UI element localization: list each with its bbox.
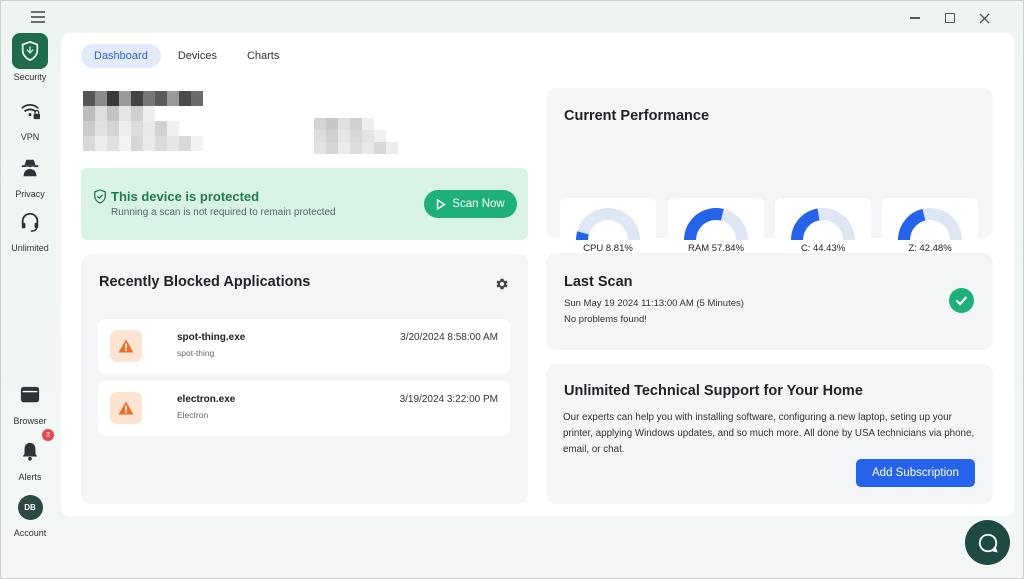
app-blocked-date: 3/20/2024 8:58:00 AM (400, 332, 498, 343)
list-item[interactable]: spot-thing.exe spot-thing 3/20/2024 8:58… (98, 319, 510, 374)
protection-subtitle: Running a scan is not required to remain… (111, 207, 336, 218)
spy-icon (12, 150, 48, 186)
sidebar-item-label: Security (13, 72, 47, 82)
sidebar-item-label: Account (13, 528, 47, 538)
wifi-lock-icon (12, 93, 48, 129)
sidebar-item-unlimited[interactable]: Unlimited (1, 204, 59, 253)
sidebar-item-security[interactable]: Security (1, 33, 59, 82)
drive-c-gauge (791, 208, 855, 240)
sidebar-item-vpn[interactable]: VPN (1, 93, 59, 142)
support-card: Unlimited Technical Support for Your Hom… (546, 364, 993, 504)
ram-gauge (684, 208, 748, 240)
app-publisher: spot-thing (177, 348, 215, 358)
redacted-device-info (314, 118, 398, 154)
chat-button[interactable] (965, 520, 1010, 565)
performance-title: Current Performance (564, 108, 710, 124)
gauge-fill (898, 208, 926, 240)
minimize-icon[interactable] (904, 9, 926, 27)
current-performance-card: Current Performance CPU 8.81% RAM 57.84%… (546, 88, 993, 266)
hamburger-icon[interactable] (31, 11, 45, 23)
app-publisher: Electron (177, 410, 209, 420)
support-description: Our experts can help you with installing… (563, 412, 975, 455)
app-name: electron.exe (177, 394, 236, 405)
sidebar-item-label: Unlimited (11, 243, 49, 253)
sidebar-item-browser[interactable]: Browser (1, 377, 59, 426)
avatar-wrap: DB (12, 489, 48, 525)
shield-icon (12, 33, 48, 69)
warning-icon (110, 330, 142, 362)
headset-icon (12, 204, 48, 240)
tab-devices[interactable]: Devices (165, 44, 230, 68)
add-subscription-button[interactable]: Add Subscription (856, 459, 975, 487)
app-name: spot-thing.exe (177, 332, 246, 343)
sidebar-item-label: Browser (13, 416, 47, 426)
app-window: Security VPN Privacy Unlimited Browser 3… (0, 0, 1024, 579)
chat-icon (978, 533, 998, 553)
play-icon (437, 198, 447, 210)
sidebar-item-label: Alerts (18, 472, 42, 482)
gauge-fill (791, 208, 820, 240)
sidebar-item-alerts[interactable]: 3 Alerts (1, 429, 59, 482)
sidebar-item-label: Privacy (15, 189, 45, 199)
warning-icon (110, 392, 142, 424)
list-item[interactable]: electron.exe Electron 3/19/2024 3:22:00 … (98, 381, 510, 436)
gear-icon[interactable] (495, 277, 509, 291)
avatar: DB (17, 494, 43, 520)
scan-now-button[interactable]: Scan Now (424, 190, 517, 218)
browser-icon (12, 377, 48, 413)
protection-title: This device is protected (111, 189, 260, 204)
last-scan-time: Sun May 19 2024 11:13:00 AM (5 Minutes) (564, 298, 744, 309)
recently-blocked-card: Recently Blocked Applications spot-thing… (81, 254, 528, 504)
cpu-gauge (576, 208, 640, 240)
main-panel: Dashboard Devices Charts This device is … (61, 33, 1014, 516)
support-title: Unlimited Technical Support for Your Hom… (564, 383, 863, 399)
blocked-title: Recently Blocked Applications (99, 274, 311, 290)
last-scan-title: Last Scan (564, 274, 633, 290)
sidebar-item-account[interactable]: DB Account (1, 489, 59, 538)
app-blocked-date: 3/19/2024 3:22:00 PM (399, 394, 498, 405)
tab-charts[interactable]: Charts (234, 44, 292, 68)
alerts-badge: 3 (42, 429, 54, 441)
check-icon (949, 288, 974, 313)
sidebar-item-label: VPN (20, 132, 40, 142)
redacted-device-name (83, 91, 215, 151)
tab-dashboard[interactable]: Dashboard (81, 44, 161, 68)
tab-bar: Dashboard Devices Charts (81, 44, 292, 68)
last-scan-result: No problems found! (564, 314, 647, 325)
protection-status-card: This device is protected Running a scan … (81, 168, 528, 240)
last-scan-card: Last Scan Sun May 19 2024 11:13:00 AM (5… (546, 253, 993, 350)
close-icon[interactable] (973, 9, 995, 27)
sidebar-item-privacy[interactable]: Privacy (1, 150, 59, 199)
drive-z-gauge (898, 208, 962, 240)
bell-icon: 3 (12, 429, 54, 469)
gauge-fill (684, 208, 724, 240)
shield-check-icon (94, 189, 106, 204)
maximize-icon[interactable] (939, 9, 961, 27)
scan-now-label: Scan Now (452, 198, 505, 210)
